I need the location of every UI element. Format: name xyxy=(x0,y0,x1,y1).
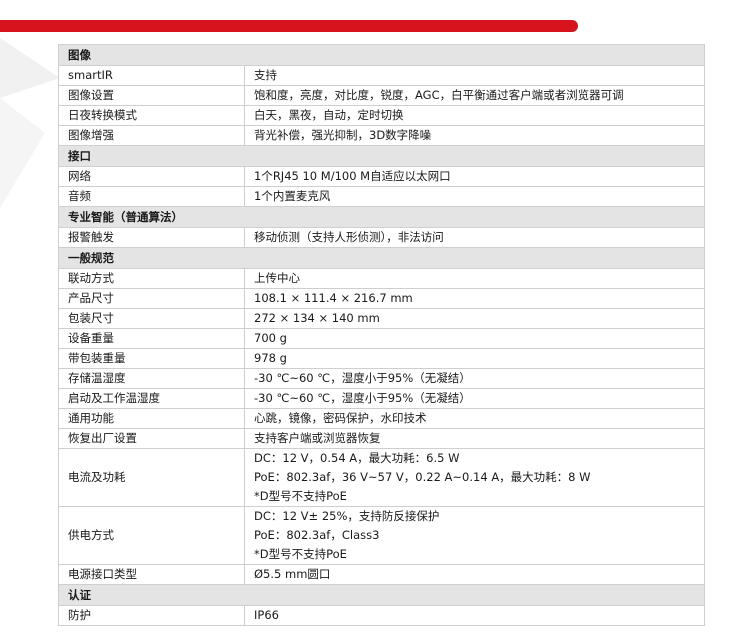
section-header: 认证 xyxy=(58,584,705,606)
spec-value: 移动侦测（支持人形侦测），非法访问 xyxy=(244,227,705,248)
spec-key: 防护 xyxy=(58,605,245,626)
spec-row: 日夜转换模式 白天，黑夜，自动，定时切换 xyxy=(58,105,705,126)
spec-key: 联动方式 xyxy=(58,268,245,289)
spec-value: DC：12 V，0.54 A，最大功耗：6.5 W PoE：802.3af，36 … xyxy=(244,448,705,507)
spec-key: 启动及工作温湿度 xyxy=(58,388,245,409)
spec-value: 108.1 × 111.4 × 216.7 mm xyxy=(244,288,705,309)
spec-value: 700 g xyxy=(244,328,705,349)
section-header: 专业智能（普通算法） xyxy=(58,206,705,228)
spec-value: 支持客户端或浏览器恢复 xyxy=(244,428,705,449)
spec-value: 心跳，镜像，密码保护，水印技术 xyxy=(244,408,705,429)
spec-key: 带包装重量 xyxy=(58,348,245,369)
spec-row: 电流及功耗 DC：12 V，0.54 A，最大功耗：6.5 W PoE：802.3a… xyxy=(58,448,705,507)
spec-value: 上传中心 xyxy=(244,268,705,289)
spec-value: 背光补偿，强光抑制，3D数字降噪 xyxy=(244,125,705,146)
spec-row: 供电方式 DC：12 V± 25%，支持防反接保护 PoE：802.3af，Clas… xyxy=(58,506,705,565)
spec-value: 1个RJ45 10 M/100 M自适应以太网口 xyxy=(244,166,705,187)
spec-row: 产品尺寸 108.1 × 111.4 × 216.7 mm xyxy=(58,288,705,309)
spec-row: 电源接口类型 Ø5.5 mm圆口 xyxy=(58,564,705,585)
spec-value-line: DC：12 V，0.54 A，最大功耗：6.5 W xyxy=(254,451,460,465)
spec-row: 带包装重量 978 g xyxy=(58,348,705,369)
spec-key: 图像设置 xyxy=(58,85,245,106)
spec-value: 978 g xyxy=(244,348,705,369)
spec-value-line: PoE：802.3af，Class3 xyxy=(254,528,380,542)
spec-value-line: 1个内置麦克风 xyxy=(254,189,331,203)
spec-key: 包装尺寸 xyxy=(58,308,245,329)
spec-key: 音频 xyxy=(58,186,245,207)
spec-value: 支持 xyxy=(244,65,705,86)
spec-value: DC：12 V± 25%，支持防反接保护 PoE：802.3af，Class3 *D… xyxy=(244,506,705,565)
section-title: 专业智能（普通算法） xyxy=(58,206,705,228)
spec-key: 设备重量 xyxy=(58,328,245,349)
section-title: 一般规范 xyxy=(58,247,705,269)
spec-key: 电流及功耗 xyxy=(58,448,245,507)
spec-value-line: 移动侦测（支持人形侦测），非法访问 xyxy=(254,230,444,244)
spec-row: 设备重量 700 g xyxy=(58,328,705,349)
spec-value: 272 × 134 × 140 mm xyxy=(244,308,705,329)
spec-value: -30 ℃~60 ℃，湿度小于95%（无凝结） xyxy=(244,368,705,389)
section-header: 一般规范 xyxy=(58,247,705,269)
spec-value-line: -30 ℃~60 ℃，湿度小于95%（无凝结） xyxy=(254,371,471,385)
section-header: 图像 xyxy=(58,44,705,66)
spec-value-line: 白天，黑夜，自动，定时切换 xyxy=(254,108,404,122)
spec-value-line: DC：12 V± 25%，支持防反接保护 xyxy=(254,509,440,523)
section-title: 接口 xyxy=(58,145,705,167)
header-accent-bar xyxy=(0,20,578,32)
spec-value-line: IP66 xyxy=(254,608,279,622)
spec-row: smartIR 支持 xyxy=(58,65,705,86)
spec-value-line: *D型号不支持PoE xyxy=(254,547,347,561)
spec-row: 恢复出厂设置 支持客户端或浏览器恢复 xyxy=(58,428,705,449)
spec-value-line: 272 × 134 × 140 mm xyxy=(254,311,380,325)
section-header: 接口 xyxy=(58,145,705,167)
spec-row: 存储温湿度 -30 ℃~60 ℃，湿度小于95%（无凝结） xyxy=(58,368,705,389)
section-title: 图像 xyxy=(58,44,705,66)
spec-value-line: 支持客户端或浏览器恢复 xyxy=(254,431,381,445)
spec-value-line: 700 g xyxy=(254,331,287,345)
spec-value: IP66 xyxy=(244,605,705,626)
spec-row: 图像增强 背光补偿，强光抑制，3D数字降噪 xyxy=(58,125,705,146)
decorative-swoosh xyxy=(0,38,60,208)
spec-value: 白天，黑夜，自动，定时切换 xyxy=(244,105,705,126)
spec-value-line: PoE：802.3af，36 V~57 V，0.22 A~0.14 A，最大功耗… xyxy=(254,470,591,484)
spec-table: 图像 smartIR 支持 图像设置 饱和度，亮度，对比度，锐度，AGC，白平衡通过客户… xyxy=(58,44,705,626)
spec-row: 网络 1个RJ45 10 M/100 M自适应以太网口 xyxy=(58,166,705,187)
spec-value-line: 饱和度，亮度，对比度，锐度，AGC，白平衡通过客户端或者浏览器可调 xyxy=(254,88,624,102)
spec-key: 电源接口类型 xyxy=(58,564,245,585)
spec-row: 图像设置 饱和度，亮度，对比度，锐度，AGC，白平衡通过客户端或者浏览器可调 xyxy=(58,85,705,106)
spec-value-line: 上传中心 xyxy=(254,271,300,285)
spec-value-line: 108.1 × 111.4 × 216.7 mm xyxy=(254,291,413,305)
spec-value-line: 978 g xyxy=(254,351,287,365)
spec-key: 供电方式 xyxy=(58,506,245,565)
spec-value-line: 1个RJ45 10 M/100 M自适应以太网口 xyxy=(254,169,451,183)
spec-value: -30 ℃~60 ℃，湿度小于95%（无凝结） xyxy=(244,388,705,409)
spec-value: Ø5.5 mm圆口 xyxy=(244,564,705,585)
spec-value-line: 背光补偿，强光抑制，3D数字降噪 xyxy=(254,128,432,142)
spec-value: 饱和度，亮度，对比度，锐度，AGC，白平衡通过客户端或者浏览器可调 xyxy=(244,85,705,106)
spec-row: 联动方式 上传中心 xyxy=(58,268,705,289)
spec-value-line: 支持 xyxy=(254,68,277,82)
spec-key: 存储温湿度 xyxy=(58,368,245,389)
spec-key: 网络 xyxy=(58,166,245,187)
spec-key: 恢复出厂设置 xyxy=(58,428,245,449)
spec-value-line: *D型号不支持PoE xyxy=(254,489,347,503)
spec-row: 防护 IP66 xyxy=(58,605,705,626)
spec-row: 报警触发 移动侦测（支持人形侦测），非法访问 xyxy=(58,227,705,248)
spec-key: 通用功能 xyxy=(58,408,245,429)
spec-row: 包装尺寸 272 × 134 × 140 mm xyxy=(58,308,705,329)
spec-table-body: 图像 smartIR 支持 图像设置 饱和度，亮度，对比度，锐度，AGC，白平衡通过客户… xyxy=(58,44,705,626)
spec-row: 音频 1个内置麦克风 xyxy=(58,186,705,207)
spec-key: 产品尺寸 xyxy=(58,288,245,309)
spec-row: 启动及工作温湿度 -30 ℃~60 ℃，湿度小于95%（无凝结） xyxy=(58,388,705,409)
spec-value-line: -30 ℃~60 ℃，湿度小于95%（无凝结） xyxy=(254,391,471,405)
spec-key: smartIR xyxy=(58,65,245,86)
spec-key: 日夜转换模式 xyxy=(58,105,245,126)
spec-key: 报警触发 xyxy=(58,227,245,248)
spec-row: 通用功能 心跳，镜像，密码保护，水印技术 xyxy=(58,408,705,429)
spec-value-line: Ø5.5 mm圆口 xyxy=(254,567,331,581)
section-title: 认证 xyxy=(58,584,705,606)
spec-value-line: 心跳，镜像，密码保护，水印技术 xyxy=(254,411,427,425)
spec-key: 图像增强 xyxy=(58,125,245,146)
spec-value: 1个内置麦克风 xyxy=(244,186,705,207)
